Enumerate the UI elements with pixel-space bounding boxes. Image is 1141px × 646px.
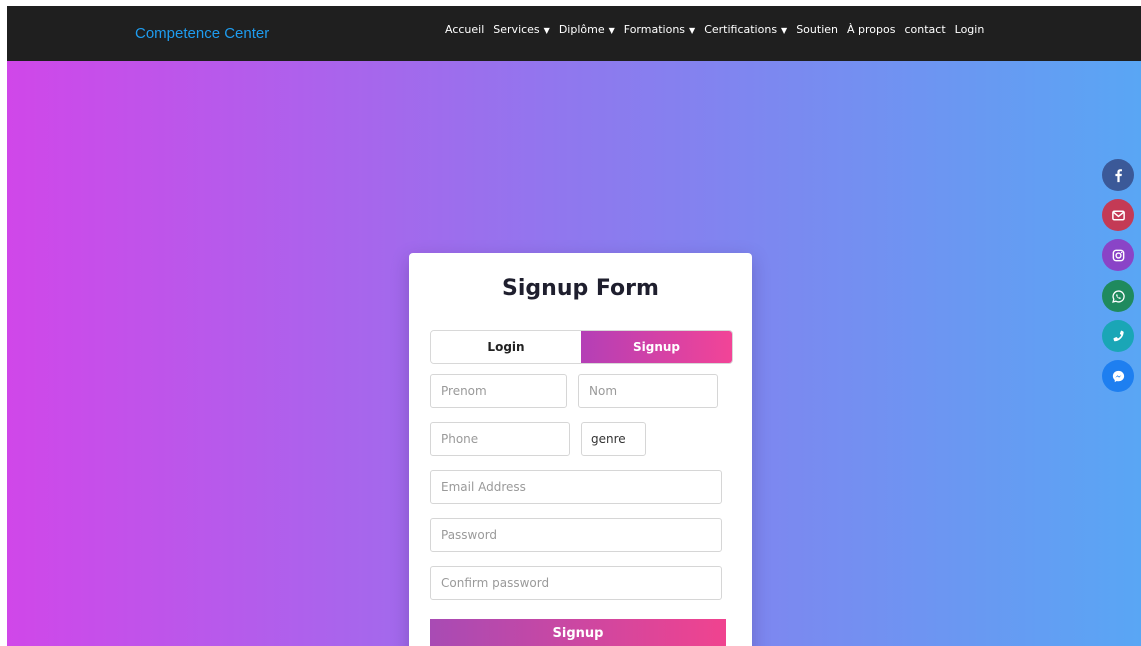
instagram-button[interactable] <box>1102 239 1134 271</box>
genre-select[interactable]: genre <box>581 422 646 456</box>
nav-item-soutien[interactable]: Soutien <box>796 23 838 36</box>
nav-item-login[interactable]: Login <box>955 23 985 36</box>
confirm-password-input[interactable] <box>430 566 722 600</box>
nav-item-accueil[interactable]: Accueil <box>445 23 484 36</box>
chevron-down-icon: ▼ <box>543 26 550 35</box>
nav-item-a-propos[interactable]: À propos <box>847 23 895 36</box>
auth-tabs: Login Signup <box>430 330 733 364</box>
nav-item-services[interactable]: Services ▼ <box>493 23 550 36</box>
tab-login[interactable]: Login <box>431 331 581 363</box>
navbar: Competence Center Accueil Services ▼ Dipl… <box>7 6 1141 61</box>
main-nav: Accueil Services ▼ Diplôme ▼ Formations ▼ C… <box>445 23 984 36</box>
chevron-down-icon: ▼ <box>608 26 615 35</box>
email-button[interactable] <box>1102 199 1134 231</box>
password-input[interactable] <box>430 518 722 552</box>
facebook-button[interactable] <box>1102 159 1134 191</box>
whatsapp-button[interactable] <box>1102 280 1134 312</box>
page: Competence Center Accueil Services ▼ Dipl… <box>7 6 1141 646</box>
messenger-button[interactable] <box>1102 360 1134 392</box>
email-input[interactable] <box>430 470 722 504</box>
whatsapp-icon <box>1111 289 1125 303</box>
signup-submit-button[interactable]: Signup <box>430 619 726 646</box>
email-icon <box>1111 210 1125 220</box>
messenger-icon <box>1112 370 1124 382</box>
nav-item-formations[interactable]: Formations ▼ <box>624 23 695 36</box>
signup-card: Signup Form Login Signup genre Signup <box>409 253 752 646</box>
prenom-input[interactable] <box>430 374 567 408</box>
chevron-down-icon: ▼ <box>781 26 788 35</box>
nom-input[interactable] <box>578 374 718 408</box>
chevron-down-icon: ▼ <box>689 26 696 35</box>
form-title: Signup Form <box>502 276 659 301</box>
brand-logo-link[interactable]: Competence Center <box>135 25 269 42</box>
phone-button[interactable] <box>1102 320 1134 352</box>
instagram-icon <box>1112 249 1124 261</box>
hero-background: Signup Form Login Signup genre Signup <box>7 61 1141 646</box>
facebook-icon <box>1114 168 1122 182</box>
nav-item-diplome[interactable]: Diplôme ▼ <box>559 23 615 36</box>
phone-icon <box>1113 330 1124 341</box>
tab-signup[interactable]: Signup <box>581 331 732 363</box>
nav-item-contact[interactable]: contact <box>904 23 945 36</box>
nav-item-certifications[interactable]: Certifications ▼ <box>704 23 787 36</box>
phone-input[interactable] <box>430 422 570 456</box>
